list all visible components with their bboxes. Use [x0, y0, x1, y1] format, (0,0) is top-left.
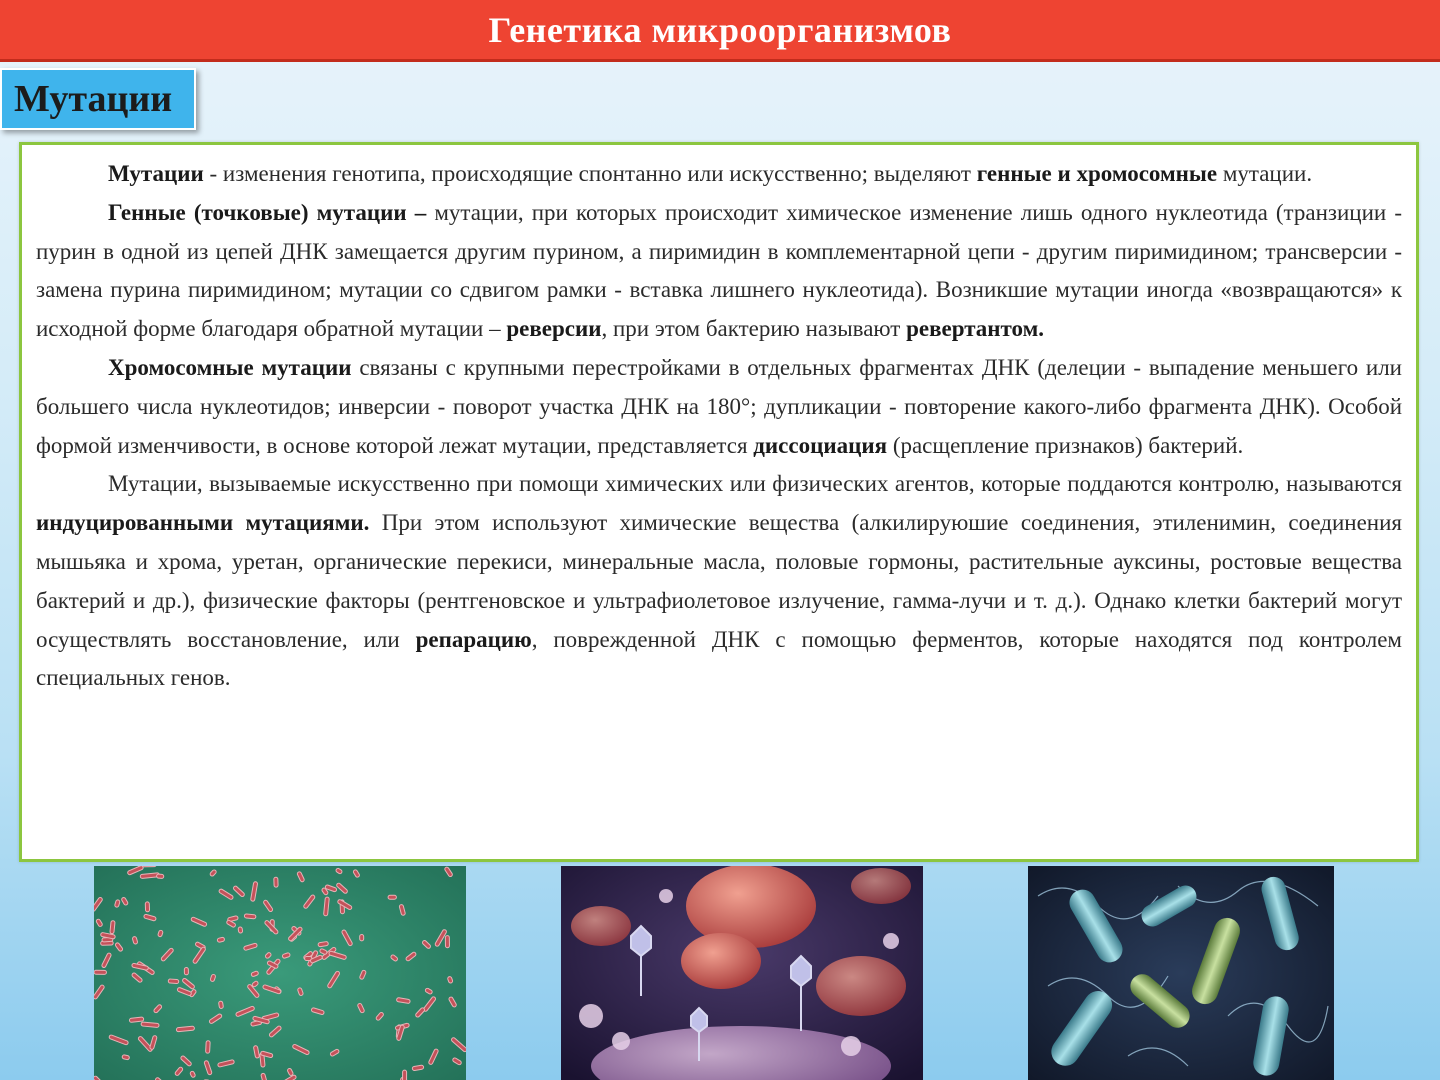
text-run: , при этом бактерию называют: [601, 316, 907, 342]
bacterium-mark: [144, 901, 151, 913]
content-box: Мутации - изменения генотипа, происходящ…: [19, 142, 1419, 862]
title-bar: Генетика микроорганизмов: [0, 0, 1440, 62]
bacterium-mark: [387, 894, 397, 900]
bacterium-mark: [444, 935, 450, 949]
text-run: Мутации, вызываемые искусственно при пом…: [108, 471, 1402, 497]
bacteriophage-svg: [561, 866, 923, 1080]
bold-term: Хромосомные мутации: [108, 354, 352, 380]
bold-term: генные и хромосомные: [976, 161, 1218, 186]
paragraph-induced-mutations: Мутации, вызываемые искусственно при пом…: [36, 465, 1402, 698]
bacterium-mark: [237, 926, 244, 934]
rod-bacteria-svg: [1028, 866, 1334, 1080]
bacterium-mark: [109, 920, 116, 935]
paragraph-chromosome-mutations: Хромосомные мутации связаны с крупными п…: [36, 349, 1402, 465]
bacteria-micrograph-image: [94, 866, 466, 1080]
bacterium-mark: [167, 978, 180, 984]
bold-term: репарацию: [415, 626, 532, 652]
bacterium-mark: [128, 1016, 145, 1023]
bold-term: ревертантом.: [906, 316, 1045, 342]
bold-term: реверсии: [506, 316, 602, 342]
bold-term: Генные (точковые) мутации –: [108, 199, 427, 225]
rod-bacteria-image: [1028, 866, 1334, 1080]
bacterium-mark: [243, 913, 257, 920]
paragraph-mutations-definition: Мутации - изменения генотипа, происходящ…: [36, 155, 1402, 194]
bacteriophage-image: [561, 866, 923, 1080]
bacterium-mark: [183, 966, 189, 976]
bacteria-micrograph-svg: [94, 866, 466, 1080]
bacterium-mark: [273, 876, 279, 888]
bacterium-mark: [94, 969, 107, 975]
bacterium-mark: [359, 933, 365, 942]
section-label: Мутации: [14, 78, 173, 120]
bold-term: Мутации: [108, 161, 204, 186]
text-run: - изменения генотипа, происходящие спонт…: [203, 161, 977, 186]
bacterium-mark: [156, 873, 165, 879]
paragraph-gene-mutations: Генные (точковые) мутации – мутации, при…: [36, 194, 1402, 349]
text-run: (расщепление признаков) бактерий.: [887, 432, 1244, 458]
bold-term: диссоциация: [753, 432, 888, 458]
bacterium-mark: [218, 1000, 224, 1009]
text-run: мутации.: [1217, 161, 1313, 186]
bacterium-mark: [205, 1040, 211, 1054]
page-title: Генетика микроорганизмов: [488, 9, 952, 50]
section-tag: Мутации: [0, 68, 196, 130]
bold-term: индуцированными мутациями.: [36, 510, 370, 536]
image-strip: [0, 866, 1440, 1080]
bacterium-mark: [402, 1069, 408, 1080]
